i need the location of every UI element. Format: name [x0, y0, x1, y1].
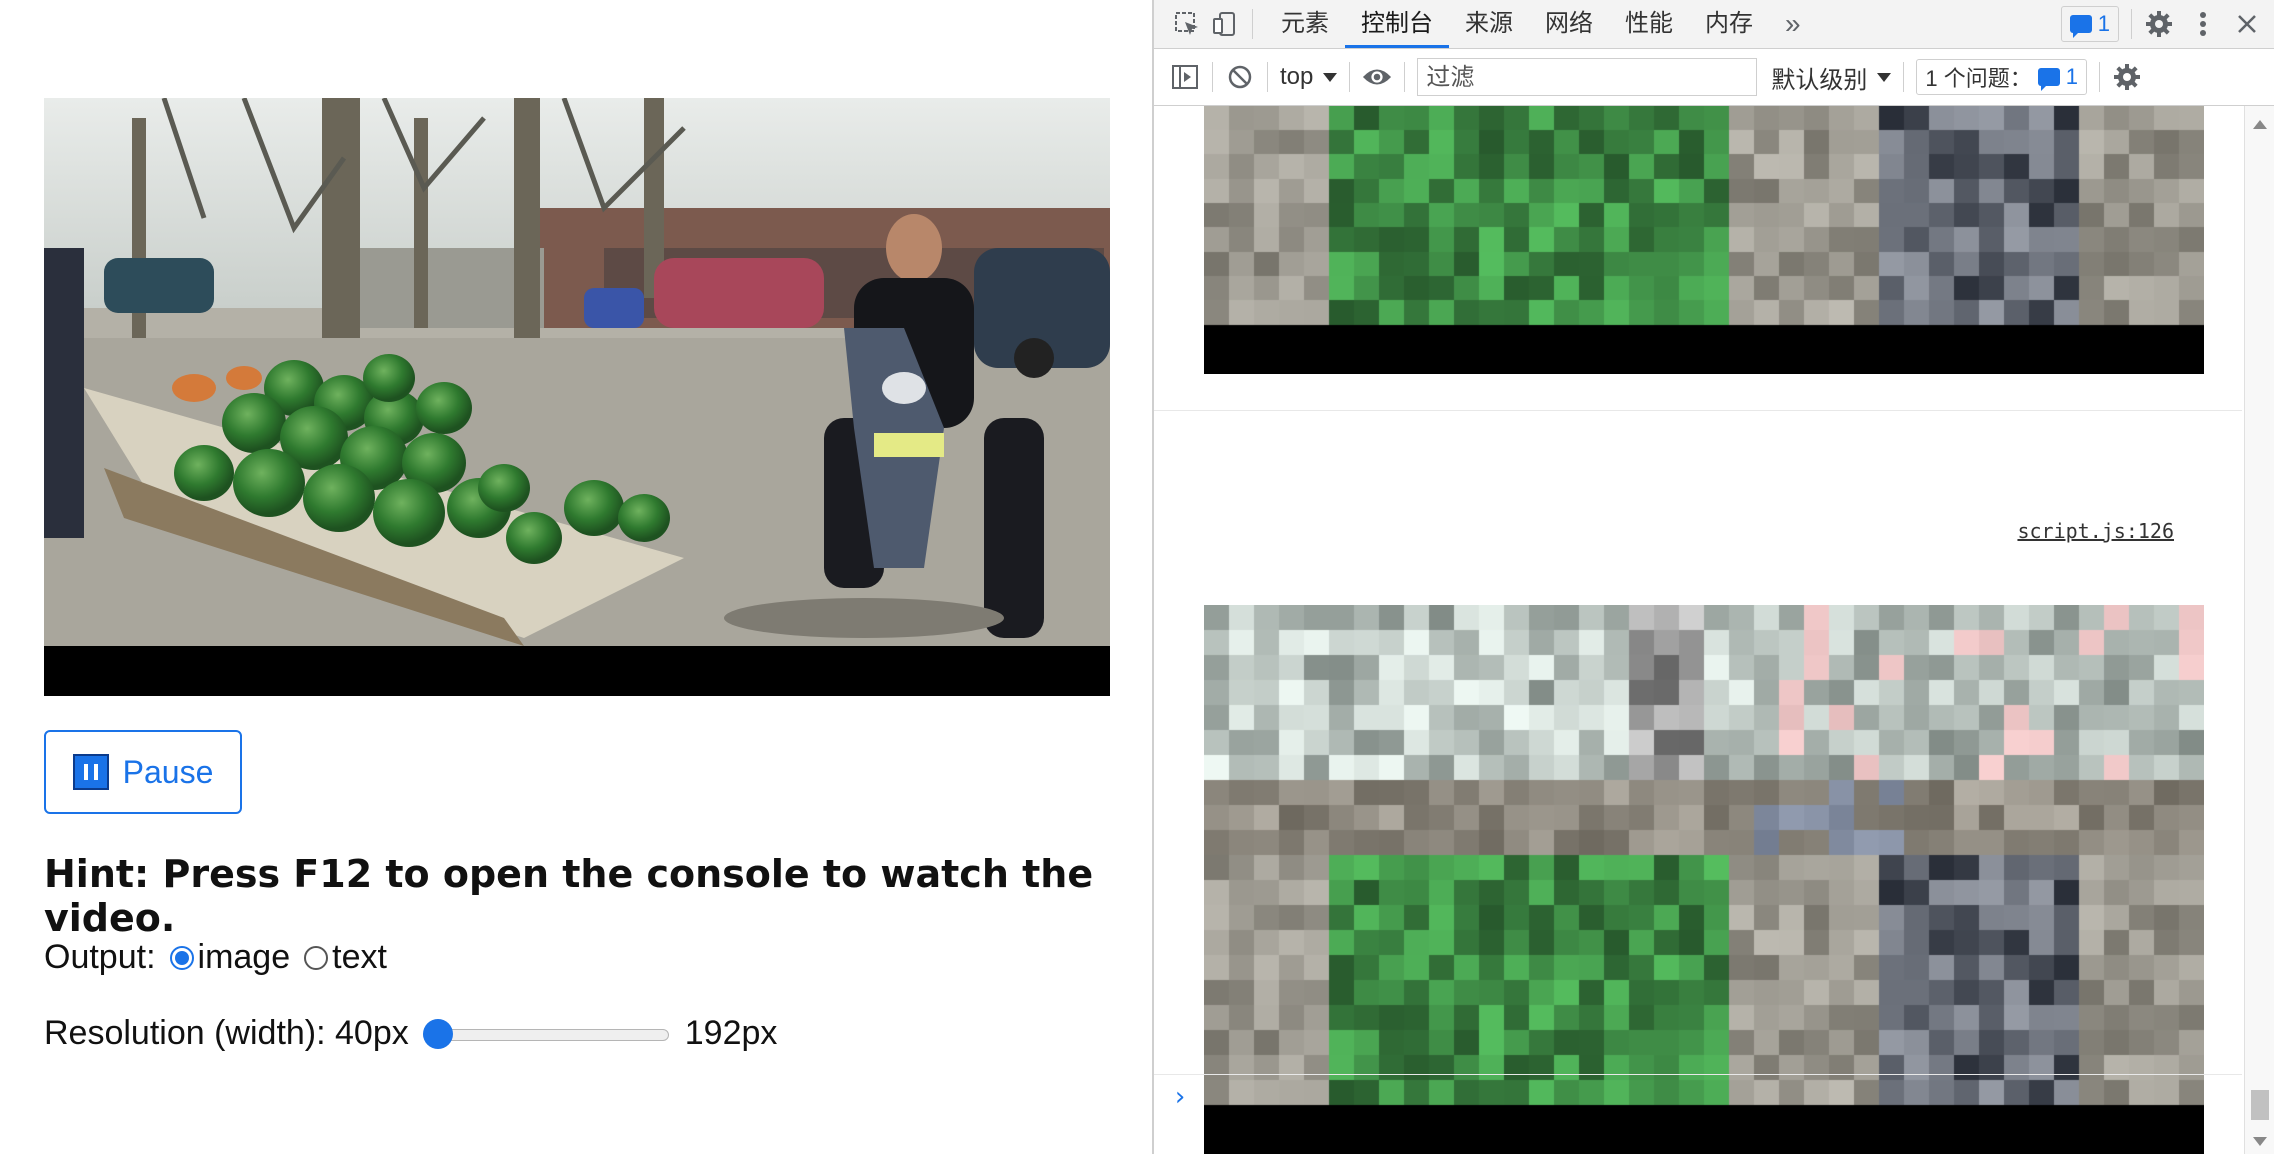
resolution-label: Resolution (width): 40px [44, 1014, 409, 1052]
output-label: Output: [44, 938, 156, 976]
filter-input[interactable] [1417, 58, 1758, 96]
tab-memory[interactable]: 内存 [1689, 0, 1769, 48]
toolbar-separator [1903, 62, 1905, 92]
live-expression-eye-icon[interactable] [1362, 62, 1392, 92]
clear-console-icon[interactable] [1225, 62, 1255, 92]
sidebar-toggle-icon[interactable] [1170, 62, 1200, 92]
text-radio-label[interactable]: text [332, 938, 387, 977]
issues-chat-icon [2069, 15, 2092, 38]
pixel-frame-image [1204, 106, 2204, 374]
output-option-group: Output: image text [44, 938, 387, 977]
console-output: script.js:126 › [1154, 106, 2242, 1154]
console-log-entry: script.js:126 [1154, 411, 2242, 1154]
log-source-link[interactable]: script.js:126 [2017, 519, 2174, 543]
log-level-selector[interactable]: 默认级别 [1771, 60, 1892, 95]
inspect-icon[interactable] [1172, 9, 1202, 39]
dropdown-icon [1877, 72, 1892, 82]
resolution-max-label: 192px [684, 1014, 778, 1052]
scroll-down-icon[interactable] [2253, 1137, 2267, 1146]
tab-console[interactable]: 控制台 [1345, 0, 1449, 48]
text-radio[interactable] [304, 945, 329, 970]
console-prompt[interactable]: › [1172, 1082, 1188, 1112]
close-icon[interactable] [2232, 9, 2262, 39]
toolbar-separator [1349, 62, 1351, 92]
tab-elements[interactable]: 元素 [1265, 0, 1345, 48]
log-level-label: 默认级别 [1771, 66, 1868, 94]
image-radio-label[interactable]: image [198, 938, 291, 977]
issues-summary-label: 1 个问题： [1925, 66, 2032, 91]
toolbar-separator [2098, 62, 2100, 92]
hint-text: Hint: Press F12 to open the console to w… [44, 852, 1094, 940]
toolbar-separator [1252, 9, 1253, 39]
issues-summary-count: 1 [2065, 64, 2078, 89]
toolbar-separator [1267, 62, 1268, 92]
tab-sources[interactable]: 来源 [1449, 0, 1529, 48]
context-label: top [1280, 63, 1314, 90]
console-scrollbar[interactable] [2244, 106, 2274, 1154]
tab-network[interactable]: 网络 [1529, 0, 1609, 48]
pixel-frame-image [1204, 605, 2204, 1154]
video-frame [44, 98, 1110, 696]
page-content: Pause Hint: Press F12 to open the consol… [0, 0, 1152, 1154]
resolution-control: Resolution (width): 40px 192px [44, 1014, 777, 1053]
dropdown-icon [1323, 72, 1338, 82]
console-toolbar: top 默认级别 1 个问题： 1 [1154, 49, 2274, 106]
context-selector[interactable]: top [1280, 63, 1338, 91]
issues-count: 1 [2097, 11, 2110, 36]
pause-button-label: Pause [122, 753, 214, 790]
tab-performance[interactable]: 性能 [1609, 0, 1689, 48]
slider-track [422, 1028, 669, 1041]
console-log-entry [1154, 106, 2242, 411]
more-tabs-icon[interactable]: » [1769, 0, 1817, 48]
devtools-tab-bar: 元素 控制台 来源 网络 性能 内存 » 1 [1154, 0, 2274, 49]
issues-summary-button[interactable]: 1 个问题： 1 [1916, 59, 2087, 95]
toolbar-separator [1404, 62, 1406, 92]
settings-icon[interactable] [2144, 9, 2174, 39]
scrollbar-thumb[interactable] [2251, 1090, 2269, 1120]
toolbar-separator [1212, 62, 1213, 92]
slider-thumb[interactable] [422, 1018, 453, 1049]
video-player[interactable] [44, 98, 1110, 696]
device-toolbar-icon[interactable] [1210, 9, 1240, 39]
issues-chat-icon [2037, 68, 2060, 91]
issues-counter-button[interactable]: 1 [2060, 6, 2119, 42]
pause-icon [72, 754, 109, 790]
more-options-icon[interactable] [2188, 9, 2218, 39]
pause-button[interactable]: Pause [44, 730, 242, 814]
resolution-slider[interactable] [422, 1018, 669, 1049]
console-settings-icon[interactable] [2112, 62, 2142, 92]
toolbar-separator [2131, 9, 2132, 39]
devtools-panel: 元素 控制台 来源 网络 性能 内存 » 1 top 过滤 默认级别 1 个问题… [1152, 0, 2274, 1154]
scroll-up-icon[interactable] [2253, 120, 2267, 129]
image-radio[interactable] [169, 945, 194, 970]
